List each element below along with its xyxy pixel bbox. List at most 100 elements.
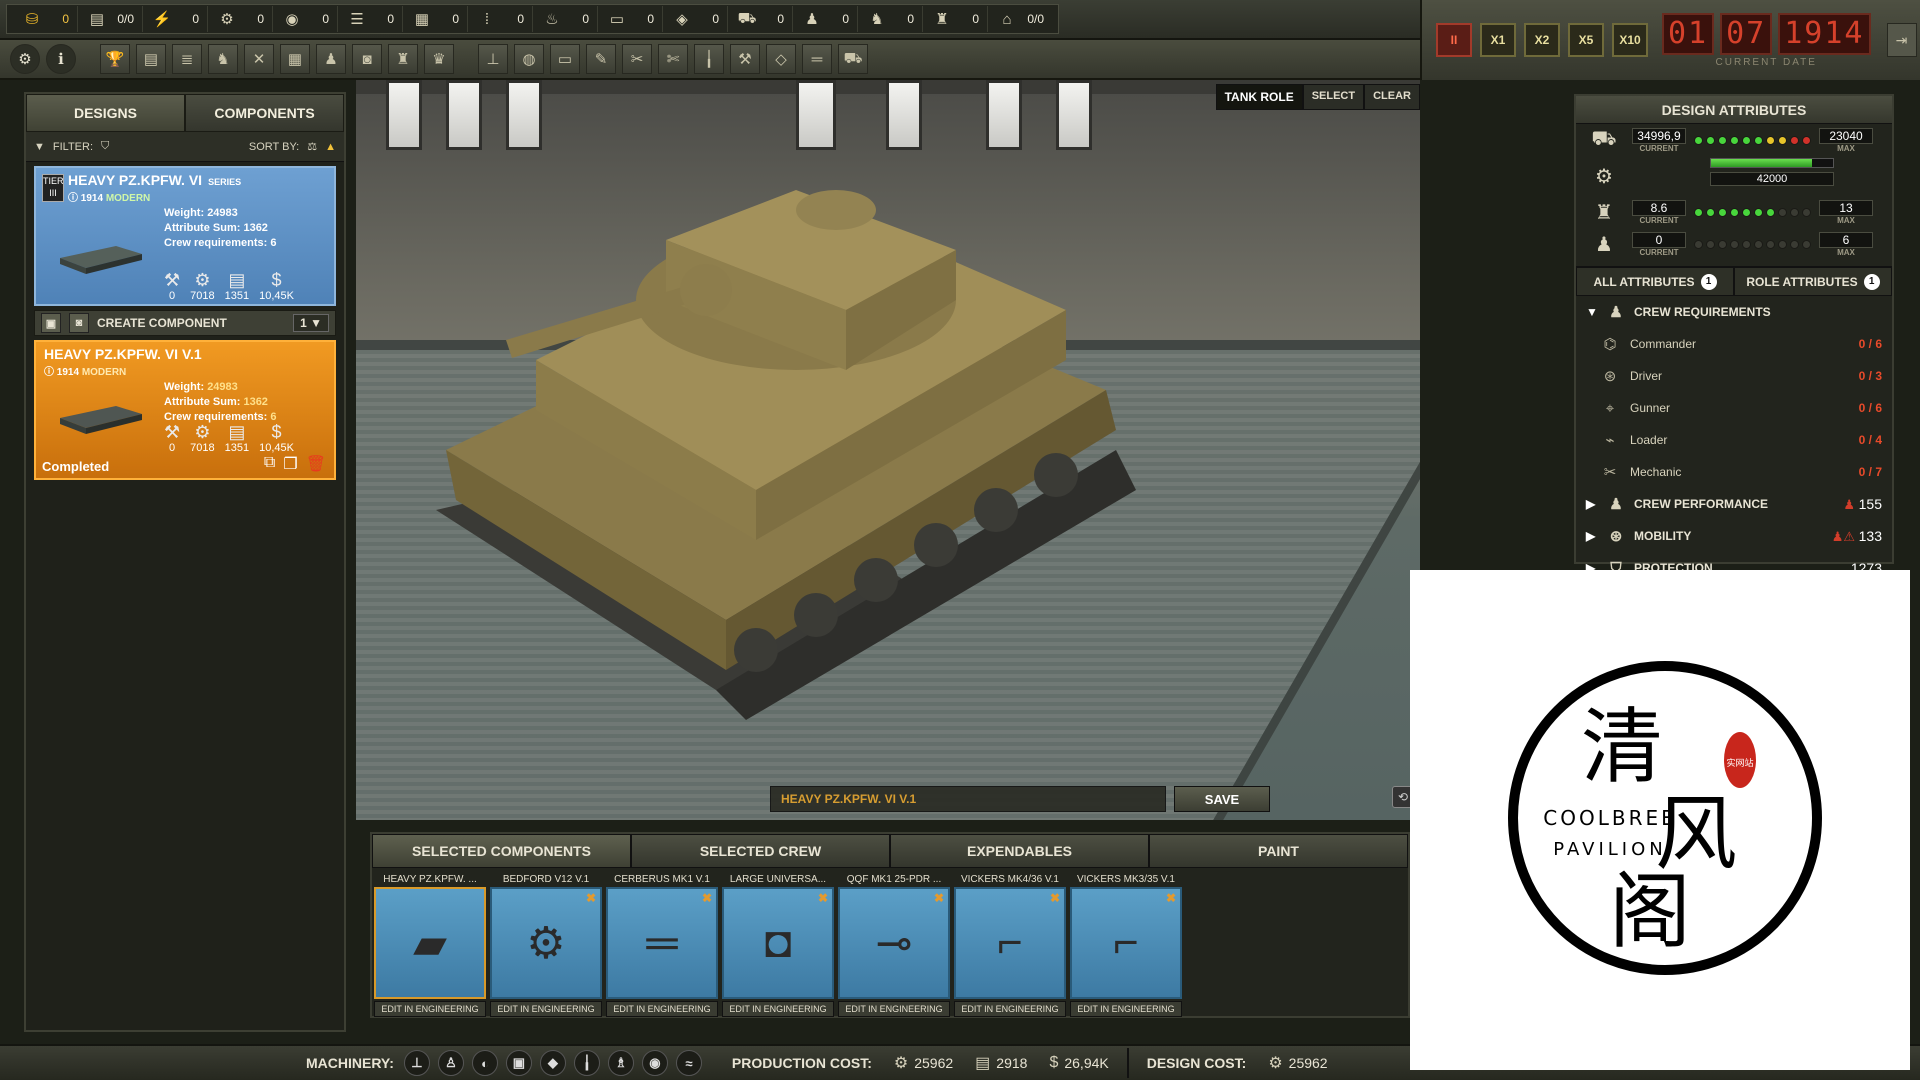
staff-icon[interactable]: ♛ <box>424 44 454 74</box>
saw-icon[interactable]: ◉ <box>641 1050 668 1076</box>
role-select-button[interactable]: SELECT <box>1302 84 1365 110</box>
remove-component-icon[interactable]: ✖ <box>1166 891 1176 905</box>
component-slot[interactable]: LARGE UNIVERSA... ◘ ✖ EDIT IN ENGINEERING <box>722 874 834 1017</box>
component-slot[interactable]: BEDFORD V12 V.1 ⚙ ✖ EDIT IN ENGINEERING <box>490 874 602 1017</box>
section-crew-requirements[interactable]: ▼ ♟ CREW REQUIREMENTS <box>1576 296 1892 328</box>
tab-selected-crew[interactable]: SELECTED CREW <box>631 834 890 868</box>
resource-timber[interactable]: ☰ 0 <box>338 6 403 32</box>
speed-x2-button[interactable]: X2 <box>1524 23 1560 57</box>
resource-coal[interactable]: ◉ 0 <box>273 6 338 32</box>
assembly-icon[interactable]: ⊥ <box>478 44 508 74</box>
resource-fuel[interactable]: ♨ 0 <box>533 6 598 32</box>
furnace-icon[interactable]: ▣ <box>505 1050 532 1076</box>
speed-x5-button[interactable]: X5 <box>1568 23 1604 57</box>
design-card-series[interactable]: TIER III HEAVY PZ.KPFW. VI SERIES ⓘ 1914 … <box>34 166 336 306</box>
component-slot[interactable]: HEAVY PZ.KPFW. ... ▰ EDIT IN ENGINEERING <box>374 874 486 1017</box>
component-thumbnail[interactable]: ⊸ ✖ <box>838 887 950 999</box>
drill-icon[interactable]: ◆ <box>539 1050 566 1076</box>
tab-paint[interactable]: PAINT <box>1149 834 1408 868</box>
collapse-arrow-icon[interactable]: ▼ <box>34 141 45 153</box>
pause-button[interactable]: II <box>1436 23 1472 57</box>
edit-in-engineering-button[interactable]: EDIT IN ENGINEERING <box>838 1001 950 1017</box>
scissors-icon[interactable]: ✄ <box>658 44 688 74</box>
resource-plate[interactable]: ▭ 0 <box>598 6 663 32</box>
truck-icon[interactable]: ⛟ <box>838 44 868 74</box>
ledger-icon[interactable]: ▤ <box>136 44 166 74</box>
remove-component-icon[interactable]: ✖ <box>1050 891 1060 905</box>
section-mobility[interactable]: ▶ ⊛ MOBILITY ♟⚠ 133 <box>1576 520 1892 552</box>
research-icon[interactable]: ✎ <box>586 44 616 74</box>
component-thumbnail[interactable]: ═ ✖ <box>606 887 718 999</box>
component-thumbnail[interactable]: ⌐ ✖ <box>1070 887 1182 999</box>
pillar-icon[interactable]: ╽ <box>694 44 724 74</box>
remove-component-icon[interactable]: ✖ <box>934 891 944 905</box>
edit-in-engineering-button[interactable]: EDIT IN ENGINEERING <box>606 1001 718 1017</box>
edit-in-engineering-button[interactable]: EDIT IN ENGINEERING <box>722 1001 834 1017</box>
component-slot[interactable]: VICKERS MK4/36 V.1 ⌐ ✖ EDIT IN ENGINEERING <box>954 874 1066 1017</box>
tab-role-attributes[interactable]: ROLE ATTRIBUTES 1 <box>1734 267 1892 296</box>
component-thumbnail[interactable]: ⌐ ✖ <box>954 887 1066 999</box>
sort-direction-icon[interactable]: ▲ <box>325 141 336 153</box>
edit-in-engineering-button[interactable]: EDIT IN ENGINEERING <box>1070 1001 1182 1017</box>
component-slot[interactable]: VICKERS MK3/35 V.1 ⌐ ✖ EDIT IN ENGINEERING <box>1070 874 1182 1017</box>
officer-icon[interactable]: ♜ <box>388 44 418 74</box>
resource-crate[interactable]: ▦ 0 <box>403 6 468 32</box>
camera-icon[interactable]: ◙ <box>352 44 382 74</box>
settings-gear-icon[interactable]: ⚙ <box>10 44 40 74</box>
resource-worker[interactable]: ♟ 0 <box>793 6 858 32</box>
component-count-dropdown[interactable]: 1 ▼ <box>293 314 329 332</box>
component-slot[interactable]: CERBERUS MK1 V.1 ═ ✖ EDIT IN ENGINEERING <box>606 874 718 1017</box>
resource-steel[interactable]: ▤ 0/0 <box>78 6 143 32</box>
copy-icon[interactable]: ❐ <box>283 454 297 474</box>
resource-ammo[interactable]: ⁞ 0 <box>468 6 533 32</box>
trash-icon[interactable]: 🗑 <box>306 454 326 474</box>
tab-all-attributes[interactable]: ALL ATTRIBUTES 1 <box>1576 267 1734 296</box>
component-thumbnail[interactable]: ⚙ ✖ <box>490 887 602 999</box>
remove-component-icon[interactable]: ✖ <box>702 891 712 905</box>
resource-engineer[interactable]: ♞ 0 <box>858 6 923 32</box>
speed-x10-button[interactable]: X10 <box>1612 23 1648 57</box>
globe-icon[interactable]: ◍ <box>514 44 544 74</box>
edit-in-engineering-button[interactable]: EDIT IN ENGINEERING <box>954 1001 1066 1017</box>
document-icon[interactable]: ≣ <box>172 44 202 74</box>
edit-in-engineering-button[interactable]: EDIT IN ENGINEERING <box>490 1001 602 1017</box>
resource-officer[interactable]: ♜ 0 <box>923 6 988 32</box>
remove-component-icon[interactable]: ✖ <box>586 891 596 905</box>
hammer-machine-icon[interactable]: ╽ <box>573 1050 600 1076</box>
filter-funnel-icon[interactable]: ⛉ <box>101 140 109 153</box>
design-name-input[interactable]: HEAVY PZ.KPFW. VI V.1 <box>770 786 1166 812</box>
create-component-button[interactable]: CREATE COMPONENT <box>97 316 227 330</box>
resource-house[interactable]: ⌂ 0/0 <box>988 6 1052 32</box>
resource-gear-parts[interactable]: ⚙ 0 <box>208 6 273 32</box>
press-icon[interactable]: ⊥ <box>403 1050 430 1076</box>
tab-components[interactable]: COMPONENTS <box>185 94 344 132</box>
workers-icon[interactable]: ♟ <box>316 44 346 74</box>
camera-icon[interactable]: ◙ <box>69 313 89 333</box>
resource-bolt[interactable]: ⚡ 0 <box>143 6 208 32</box>
save-button[interactable]: SAVE <box>1174 786 1270 812</box>
factory-icon[interactable]: ▦ <box>280 44 310 74</box>
roller-icon[interactable]: ◐ <box>471 1050 498 1076</box>
soldier-icon[interactable]: ♞ <box>208 44 238 74</box>
remove-component-icon[interactable]: ✖ <box>818 891 828 905</box>
component-slot[interactable]: QQF MK1 25-PDR ... ⊸ ✖ EDIT IN ENGINEERING <box>838 874 950 1017</box>
sort-weight-icon[interactable]: ⚖ <box>307 140 317 153</box>
design-card-variant[interactable]: HEAVY PZ.KPFW. VI V.1 ⓘ 1914 MODERN Weig… <box>34 340 336 480</box>
resource-truck[interactable]: ⛟ 0 <box>728 6 793 32</box>
rail-icon[interactable]: ═ <box>802 44 832 74</box>
component-thumbnail[interactable]: ▰ <box>374 887 486 999</box>
blueprint-icon[interactable]: ⧉ <box>264 454 275 474</box>
hammer-icon[interactable]: ⚒ <box>730 44 760 74</box>
tools-icon[interactable]: ✕ <box>244 44 274 74</box>
tab-designs[interactable]: DESIGNS <box>26 94 185 132</box>
resource-stack[interactable]: ◈ 0 <box>663 6 728 32</box>
info-icon[interactable]: ℹ <box>46 44 76 74</box>
tab-selected-components[interactable]: SELECTED COMPONENTS <box>372 834 631 868</box>
tank-viewport[interactable]: TANK ROLE SELECT CLEAR HEAVY PZ.KPFW. VI… <box>356 80 1420 820</box>
conveyor-icon[interactable]: ≈ <box>675 1050 702 1076</box>
speed-x1-button[interactable]: X1 <box>1480 23 1516 57</box>
exit-icon[interactable]: ⇥ <box>1886 23 1917 57</box>
chest-icon[interactable]: ▭ <box>550 44 580 74</box>
trophy-icon[interactable]: 🏆 <box>100 44 130 74</box>
lathe-icon[interactable]: ♙ <box>437 1050 464 1076</box>
